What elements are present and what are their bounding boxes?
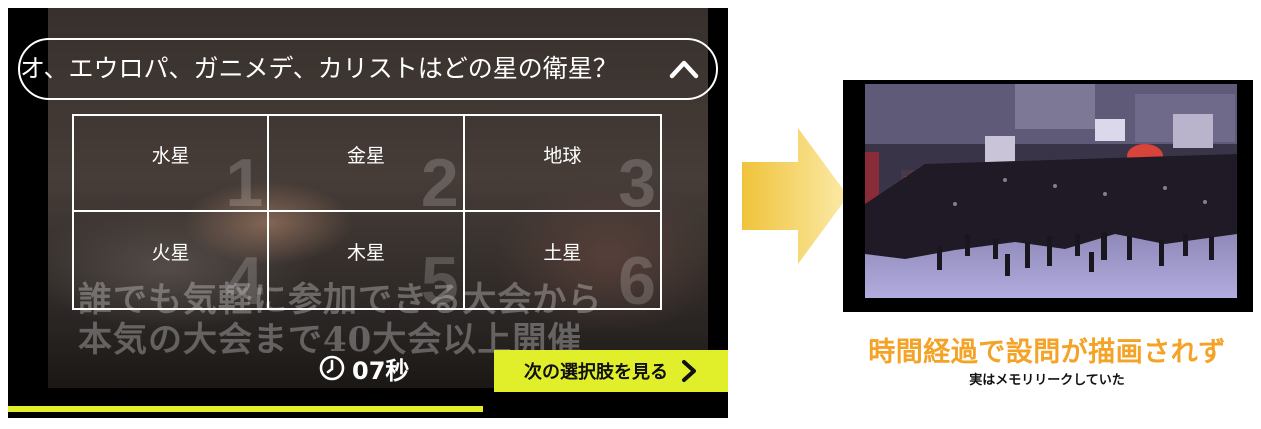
timer-value: 07秒 (352, 356, 410, 385)
collapse-question-button[interactable] (664, 49, 704, 89)
option-label: 水星 (151, 144, 190, 167)
clock-icon (319, 355, 345, 381)
question-bar: オ、エウロパ、ガニメデ、カリストはどの星の衛星？ (18, 38, 718, 100)
countdown-timer: 07秒 (318, 350, 409, 386)
next-options-label: 次の選択肢を見る (524, 362, 668, 383)
answer-option-3[interactable]: 3 地球 (464, 116, 660, 212)
video-screenshot (843, 80, 1253, 312)
option-label: 土星 (543, 241, 582, 264)
option-label: 地球 (543, 144, 582, 167)
question-text: オ、エウロパ、ガニメデ、カリストはどの星の衛星？ (20, 54, 618, 83)
answer-options-grid: 1 水星 2 金星 3 地球 4 火星 5 木星 6 土星 (72, 114, 662, 310)
result-caption-subtitle: 実はメモリリークしていた (969, 373, 1125, 388)
quiz-video-panel: 誰でも気軽に参加できる大会から 本気の大会まで40大会以上開催 オ、エウロパ、ガ… (8, 8, 728, 418)
option-label: 金星 (346, 144, 385, 167)
result-caption-title: 時間経過で設問が描画されず (868, 337, 1226, 368)
progress-bar (8, 406, 728, 412)
next-options-button[interactable]: 次の選択肢を見る (494, 350, 728, 392)
venue-crowd-image (865, 84, 1237, 298)
arrow-right-icon (742, 128, 848, 264)
answer-option-5[interactable]: 5 木星 (269, 212, 465, 308)
answer-option-4[interactable]: 4 火星 (74, 212, 270, 308)
answer-option-6[interactable]: 6 土星 (465, 212, 660, 309)
answer-option-2[interactable]: 2 金星 (269, 116, 465, 212)
chevron-up-icon (669, 60, 699, 79)
option-label: 火星 (151, 241, 190, 264)
progress-bar-fill (8, 406, 484, 412)
answer-option-1[interactable]: 1 水星 (74, 116, 270, 212)
chevron-right-icon (682, 360, 696, 382)
option-label: 木星 (346, 241, 385, 264)
